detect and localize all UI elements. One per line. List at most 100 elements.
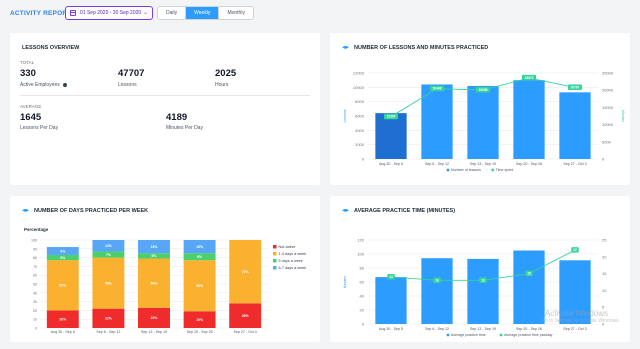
date-range-picker[interactable]: 01 Sep 2020 - 30 Sep 2020 ⌄ <box>65 6 153 20</box>
minutes-per-day-value: 4189 <box>166 112 188 123</box>
bar <box>513 250 545 324</box>
total-section-label: TOTAL <box>20 60 35 65</box>
overview-divider <box>20 95 310 96</box>
x-tick-label: Sep 20 - Sep 26 <box>516 327 542 331</box>
data-label: 58% <box>105 281 112 285</box>
y-tick-label: 120 <box>357 238 364 243</box>
y2-tick-label: 20 <box>602 254 607 259</box>
legend-swatch <box>273 259 277 263</box>
y-tick-label: 80 <box>33 256 37 260</box>
active-employees-label: Active Employees <box>20 82 67 88</box>
y-tick-label: 0 <box>362 157 365 162</box>
data-label: 13 <box>435 278 439 282</box>
lessons-minutes-chart: 0 2000 4000 6000 8000 10000 12000 0 5000 10000 150… <box>343 71 625 173</box>
data-label: 15% <box>196 245 203 249</box>
y-tick-label: 4000 <box>355 128 365 133</box>
legend-swatch <box>499 333 503 337</box>
y-tick-label: 60 <box>360 280 365 285</box>
data-label: 28% <box>242 314 249 318</box>
info-icon[interactable] <box>62 83 67 87</box>
x-tick-label: Aug 30 - Sep 5 <box>379 327 403 331</box>
y2-tick-label: 25 <box>602 238 607 243</box>
data-label: 7% <box>106 253 111 257</box>
legend-swatch <box>273 252 277 256</box>
y-tick-label: 100 <box>31 239 37 243</box>
date-range-value: 01 Sep 2020 - 30 Sep 2020 <box>80 10 142 16</box>
hours-total-value: 2025 <box>215 68 237 79</box>
data-label: 20448 <box>433 87 442 91</box>
legend-swatch <box>446 168 450 172</box>
data-label: 22% <box>105 317 112 321</box>
x-tick-label: Sep 6 - Sep 12 <box>425 162 449 166</box>
y2-tick-label: 10000 <box>602 122 614 127</box>
data-label: 20058 <box>479 88 488 92</box>
y2-tick-label: 15 <box>602 271 607 276</box>
y-tick-label: 80 <box>360 266 365 271</box>
y-tick-label: 70 <box>33 265 37 269</box>
legend-label: 6-7 days a week <box>279 266 307 270</box>
x-tick-label: Sep 6 - Sep 12 <box>425 327 449 331</box>
legend-label: Average practice time pastday <box>504 333 552 337</box>
x-tick-label: Aug 30 - Sep 5 <box>379 162 403 166</box>
active-employees-value: 330 <box>20 68 36 79</box>
y-tick-label: 0 <box>362 322 365 327</box>
period-daily-button[interactable]: Daily <box>158 7 187 19</box>
data-label: 8% <box>60 256 65 260</box>
avg-practice-card: AVERAGE PRACTICE TIME (MINUTES) 0 20 40 60 8… <box>330 196 630 342</box>
data-label: 20767 <box>571 86 580 90</box>
y-tick-label: 30 <box>33 300 37 304</box>
lessons-per-day-label: Lessons Per Day <box>20 125 59 131</box>
data-label: 9% <box>60 249 65 253</box>
calendar-icon <box>70 10 76 16</box>
x-tick-label: Sep 13 - Sep 19 <box>470 162 496 166</box>
data-label: 72% <box>242 270 249 274</box>
y-axis-title: Percentage <box>24 227 49 232</box>
y-tick-label: 0 <box>35 327 37 331</box>
lessons-per-day-value: 1645 <box>20 112 42 123</box>
bar <box>375 277 407 324</box>
bar <box>513 80 545 159</box>
y-axis-title: Minutes <box>343 276 347 289</box>
y2-tick-label: 25000 <box>602 71 614 76</box>
active-employees-text: Active Employees <box>20 82 60 88</box>
minutes-per-day-label: Minutes Per Day <box>166 125 203 131</box>
data-label: 22 <box>573 248 577 252</box>
y2-tick-label: 10 <box>602 288 607 293</box>
x-tick-label: Sep 6 - Sep 12 <box>96 330 120 334</box>
days-practiced-card: NUMBER OF DAYS PRACTICED PER WEEK Percen… <box>10 196 320 342</box>
lessons-overview-card: LESSONS OVERVIEW TOTAL 330 Active Employ… <box>10 33 320 185</box>
legend-label: 5 days a week <box>279 259 303 263</box>
period-monthly-button[interactable]: Monthly <box>219 7 253 19</box>
x-tick-label: Sep 13 - Sep 19 <box>141 330 167 334</box>
legend-label: Not active <box>279 245 296 249</box>
data-label: 57% <box>59 284 66 288</box>
x-tick-label: Sep 27 - Oct 3 <box>563 162 586 166</box>
data-label: 20% <box>59 318 66 322</box>
data-label: 14 <box>389 275 393 279</box>
legend-label: Time spent <box>496 168 514 172</box>
hours-total-label: Hours <box>215 82 229 88</box>
data-label: 23573 <box>525 76 534 80</box>
y2-tick-label: 0 <box>602 157 605 162</box>
data-label: 19% <box>196 318 203 322</box>
days-practiced-chart: Percentage 0 10 20 30 40 50 60 70 80 90 100 20% 57% 8%… <box>24 227 307 334</box>
x-tick-label: Aug 30 - Sep 5 <box>51 330 75 334</box>
y-tick-label: 100 <box>357 252 364 257</box>
y2-tick-label: 5000 <box>602 139 612 144</box>
bar <box>467 258 499 324</box>
data-label: 23% <box>151 316 158 320</box>
activate-windows-subtext: Go to Settings to activate Windows. <box>541 318 620 324</box>
x-tick-label: Sep 27 - Oct 3 <box>563 327 586 331</box>
activate-windows-watermark: Activate Windows <box>544 309 608 318</box>
legend-swatch <box>273 245 277 249</box>
y2-tick-label: 20000 <box>602 88 614 93</box>
period-weekly-button[interactable]: Weekly <box>186 7 220 19</box>
y-tick-label: 10000 <box>353 85 365 90</box>
data-label: 13 <box>481 278 485 282</box>
chevron-down-icon: ⌄ <box>142 10 148 16</box>
y2-axis-title: Minutes <box>621 110 625 123</box>
x-tick-label: Sep 13 - Sep 19 <box>470 327 496 331</box>
lessons-overview-title: LESSONS OVERVIEW <box>22 45 80 51</box>
data-label: 13% <box>105 244 112 248</box>
lessons-total-label: Lessons <box>118 82 137 88</box>
